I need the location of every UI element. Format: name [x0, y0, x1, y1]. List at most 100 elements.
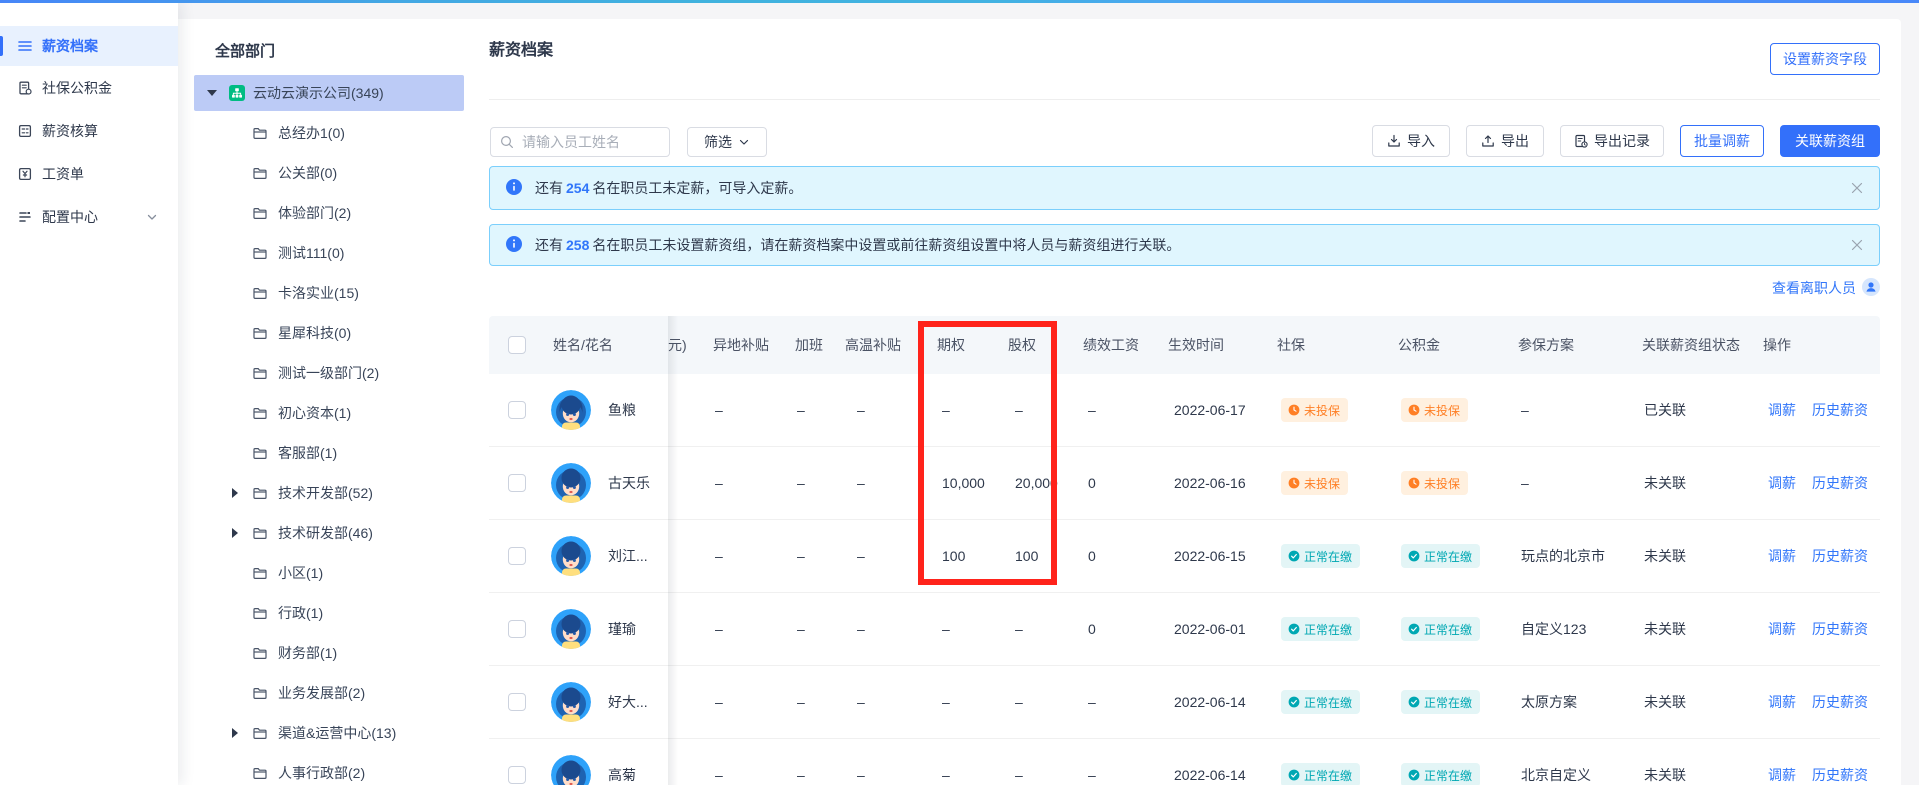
- tree-node-label: 测试111(0): [278, 245, 345, 261]
- cell-equity: –: [1015, 402, 1023, 418]
- select-all-checkbox[interactable]: [508, 336, 526, 354]
- filter-button[interactable]: 筛选: [687, 127, 767, 157]
- adjust-salary-link[interactable]: 调薪: [1768, 767, 1796, 783]
- column-header-plan[interactable]: 参保方案: [1518, 335, 1574, 355]
- tree-node[interactable]: 公关部(0): [194, 155, 464, 191]
- table-row: 鱼粮 – – – – – – 2022-06-17 未投保 未投保 – 已关联 …: [489, 374, 1880, 447]
- tree-node[interactable]: 测试一级部门(2): [194, 355, 464, 391]
- adjust-salary-link[interactable]: 调薪: [1768, 402, 1796, 418]
- cell-plan: 太原方案: [1521, 694, 1577, 710]
- column-header-heat-allowance[interactable]: 高温补贴: [845, 335, 901, 355]
- status-badge: 正常在缴: [1281, 617, 1361, 641]
- sidebar-item-label: 薪资核算: [42, 123, 98, 139]
- history-salary-link[interactable]: 历史薪资: [1812, 402, 1868, 418]
- table-row: 刘江... – – – 100 100 0 2022-06-15 正常在缴 正常…: [489, 520, 1880, 593]
- column-header-fund[interactable]: 公积金: [1398, 335, 1440, 355]
- cell-plan: –: [1521, 402, 1529, 418]
- row-checkbox[interactable]: [508, 620, 526, 638]
- tree-node[interactable]: 技术研发部(46): [194, 515, 464, 551]
- sidebar-item-social-fund[interactable]: 社保公积金: [0, 68, 178, 108]
- column-header-group-status[interactable]: 关联薪资组状态: [1642, 335, 1740, 355]
- tree-node[interactable]: 人事行政部(2): [194, 755, 464, 785]
- sidebar-item-config-center[interactable]: 配置中心: [0, 197, 178, 237]
- tree-node[interactable]: 技术开发部(52): [194, 475, 464, 511]
- search-input[interactable]: 请输入员工姓名: [490, 127, 670, 157]
- tree-node[interactable]: 渠道&运营中心(13): [194, 715, 464, 751]
- row-checkbox[interactable]: [508, 547, 526, 565]
- export-button[interactable]: 导出: [1466, 125, 1544, 157]
- employee-name: 古天乐: [608, 475, 650, 491]
- tree-node[interactable]: 客服部(1): [194, 435, 464, 471]
- tree-node-company[interactable]: 云动云演示公司(349): [194, 75, 464, 111]
- link-salary-group-button[interactable]: 关联薪资组: [1780, 125, 1880, 157]
- settings-salary-fields-button[interactable]: 设置薪资字段: [1770, 43, 1880, 75]
- status-badge: 未投保: [1401, 398, 1469, 422]
- cell-equity: –: [1015, 621, 1023, 637]
- column-header-actions[interactable]: 操作: [1763, 335, 1791, 355]
- column-header-performance[interactable]: 绩效工资: [1083, 335, 1139, 355]
- chevron-down-icon: [146, 210, 158, 226]
- sidebar-item-salary-archive[interactable]: 薪资档案: [0, 26, 178, 66]
- caret-down-icon[interactable]: [207, 90, 217, 96]
- close-icon[interactable]: [1849, 180, 1865, 196]
- adjust-salary-link[interactable]: 调薪: [1768, 694, 1796, 710]
- tree-node[interactable]: 初心资本(1): [194, 395, 464, 431]
- cell-group-status: 未关联: [1644, 767, 1686, 783]
- caret-right-icon[interactable]: [232, 528, 238, 538]
- column-header-overtime[interactable]: 加班: [795, 335, 823, 355]
- history-salary-link[interactable]: 历史薪资: [1812, 475, 1868, 491]
- tree-node[interactable]: 财务部(1): [194, 635, 464, 671]
- tree-node[interactable]: 业务发展部(2): [194, 675, 464, 711]
- adjust-salary-link[interactable]: 调薪: [1768, 621, 1796, 637]
- close-icon[interactable]: [1849, 237, 1865, 253]
- history-salary-link[interactable]: 历史薪资: [1812, 621, 1868, 637]
- tree-node[interactable]: 星犀科技(0): [194, 315, 464, 351]
- tree-node[interactable]: 卡洛实业(15): [194, 275, 464, 311]
- caret-right-icon[interactable]: [232, 488, 238, 498]
- cell-group-status: 未关联: [1644, 694, 1686, 710]
- column-header-options[interactable]: 期权: [937, 335, 965, 355]
- button-label: 导入: [1407, 133, 1435, 149]
- cell-options: –: [942, 767, 950, 783]
- export-records-button[interactable]: 导出记录: [1560, 125, 1664, 157]
- alert-undetermined-salary: 还有 254 名在职员工未定薪，可导入定薪。: [489, 166, 1880, 210]
- tree-node[interactable]: 测试111(0): [194, 235, 464, 271]
- row-checkbox[interactable]: [508, 693, 526, 711]
- history-salary-link[interactable]: 历史薪资: [1812, 694, 1868, 710]
- cell-plan: –: [1521, 475, 1529, 491]
- tree-header: 全部部门: [215, 43, 276, 60]
- sidebar-item-payroll-calc[interactable]: 薪资核算: [0, 111, 178, 151]
- cell-actions: 调薪 历史薪资: [1768, 619, 1868, 639]
- bulk-adjust-salary-button[interactable]: 批量调薪: [1680, 125, 1764, 157]
- employee-name: 鱼粮: [608, 402, 636, 418]
- column-header-salary-truncated[interactable]: 元): [668, 335, 687, 355]
- badge-label: 正常在缴: [1304, 549, 1353, 564]
- check-icon: [1288, 623, 1300, 635]
- tree-node[interactable]: 行政(1): [194, 595, 464, 631]
- column-header-social[interactable]: 社保: [1277, 335, 1305, 355]
- cell-performance: –: [1088, 694, 1096, 710]
- cell-options: 100: [942, 548, 966, 564]
- history-salary-link[interactable]: 历史薪资: [1812, 767, 1868, 783]
- adjust-salary-link[interactable]: 调薪: [1768, 548, 1796, 564]
- import-button[interactable]: 导入: [1372, 125, 1450, 157]
- sidebar-item-payslip[interactable]: 工资单: [0, 154, 178, 194]
- folder-icon: [252, 245, 268, 261]
- adjust-salary-link[interactable]: 调薪: [1768, 475, 1796, 491]
- tree-node[interactable]: 小区(1): [194, 555, 464, 591]
- column-header-remote-allowance[interactable]: 异地补贴: [713, 335, 769, 355]
- column-header-name[interactable]: 姓名/花名: [553, 335, 613, 355]
- tree-node[interactable]: 体验部门(2): [194, 195, 464, 231]
- row-checkbox[interactable]: [508, 401, 526, 419]
- history-salary-link[interactable]: 历史薪资: [1812, 548, 1868, 564]
- view-resigned-link[interactable]: 查看离职人员: [1772, 277, 1880, 298]
- caret-right-icon[interactable]: [232, 728, 238, 738]
- column-header-equity[interactable]: 股权: [1008, 335, 1036, 355]
- row-checkbox[interactable]: [508, 474, 526, 492]
- tree-node[interactable]: 总经办1(0): [194, 115, 464, 151]
- cell-effective-date: 2022-06-16: [1174, 475, 1246, 491]
- row-checkbox[interactable]: [508, 766, 526, 784]
- column-header-effective-date[interactable]: 生效时间: [1168, 335, 1224, 355]
- cell-overtime: –: [797, 548, 805, 564]
- status-badge: 正常在缴: [1281, 763, 1361, 785]
